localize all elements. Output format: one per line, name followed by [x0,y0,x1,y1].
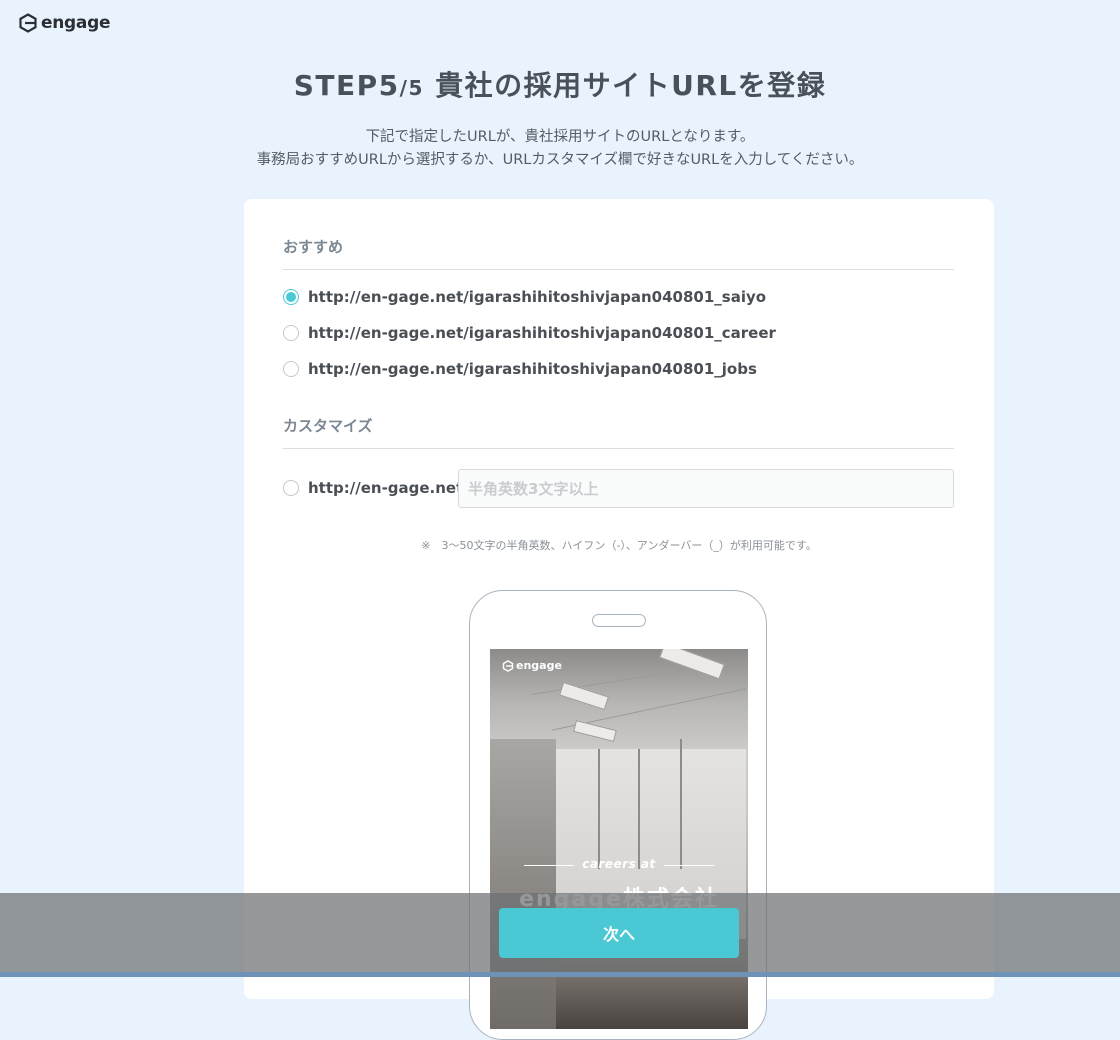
engage-logo[interactable]: engage [18,12,110,34]
custom-url-note: ※ 3〜50文字の半角英数、ハイフン（-）、アンダーバー（_）が利用可能です。 [421,539,817,552]
engage-logo-text: engage [41,13,111,33]
subtitle-line-2: 事務局おすすめURLから選択するか、URLカスタマイズ欄で好きなURLを入力して… [256,152,864,168]
title-step: STEP5 [293,69,400,102]
radio-saiyo[interactable] [283,289,299,305]
customize-divider [283,448,954,449]
preview-photo-ceiling-light [659,649,725,680]
preview-photo-pole [680,739,682,869]
custom-url-prefix: http://en-gage.net/ [308,479,469,497]
radio-career[interactable] [283,325,299,341]
preview-photo-ceiling-light [573,720,617,742]
taskbar-strip [0,972,1120,977]
preview-logo-text: engage [516,659,562,672]
customize-heading: カスタマイズ [283,417,373,435]
next-button[interactable]: 次へ [499,908,739,958]
recommended-heading: おすすめ [283,238,344,256]
preview-photo-pole [598,749,600,869]
page-subtitle: 下記で指定したURLが、貴社採用サイトのURLとなります。 事務局おすすめURL… [0,126,1120,172]
title-main: 貴社の採用サイトURLを登録 [423,69,827,102]
custom-url-input[interactable] [458,469,954,508]
engage-logo-icon [19,13,37,33]
recommended-option-jobs[interactable]: http://en-gage.net/igarashihitoshivjapan… [283,359,757,379]
custom-url-option[interactable]: http://en-gage.net/ [283,478,469,498]
radio-jobs[interactable] [283,361,299,377]
url-selection-card: おすすめ http://en-gage.net/igarashihitoshiv… [244,199,994,1040]
subtitle-line-1: 下記で指定したURLが、貴社採用サイトのURLとなります。 [365,129,755,145]
option-label-career: http://en-gage.net/igarashihitoshivjapan… [308,324,776,342]
preview-careers-at: careers at [490,857,748,871]
title-step-total: /5 [399,76,424,100]
recommended-option-saiyo[interactable]: http://en-gage.net/igarashihitoshivjapan… [283,287,766,307]
phone-speaker [592,614,646,627]
radio-custom[interactable] [283,480,299,496]
recommended-option-career[interactable]: http://en-gage.net/igarashihitoshivjapan… [283,323,776,343]
recommended-divider [283,269,954,270]
preview-logo: engage [502,659,562,672]
preview-logo-icon [502,659,514,672]
page-title: STEP5/5 貴社の採用サイトURLを登録 [0,64,1120,104]
option-label-jobs: http://en-gage.net/igarashihitoshivjapan… [308,360,757,378]
preview-photo-pole [638,749,640,869]
option-label-saiyo: http://en-gage.net/igarashihitoshivjapan… [308,288,767,306]
